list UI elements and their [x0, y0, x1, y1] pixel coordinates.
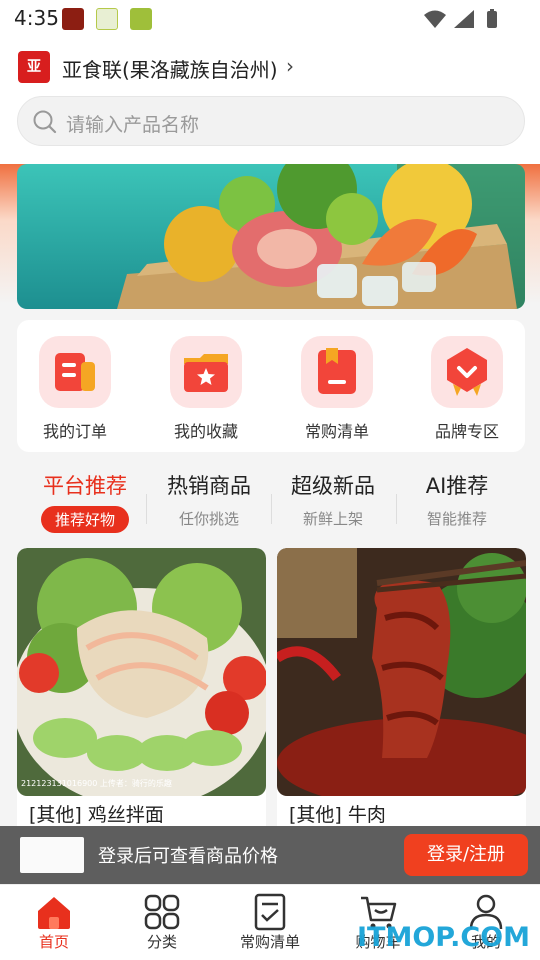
store-logo: 亚 — [18, 51, 50, 83]
tab-title: AI推荐 — [425, 474, 489, 498]
signal-icon — [454, 10, 474, 28]
search-icon — [33, 110, 57, 134]
tab-subtitle: 新鲜上架 — [302, 510, 363, 528]
product-image — [17, 548, 266, 796]
product-name: [其他] 牛肉 — [289, 804, 386, 826]
login-register-button[interactable]: 登录/注册 — [404, 834, 528, 876]
category-icon — [144, 894, 180, 930]
quick-item-brands[interactable]: 品牌专区 — [411, 336, 523, 446]
list-book-icon — [301, 336, 373, 408]
status-bar: 4:35 — [0, 0, 540, 36]
quick-label-frequent-list: 常购清单 — [304, 422, 369, 441]
nav-home[interactable]: 首页 — [0, 893, 108, 952]
nav-frequent-list[interactable]: 常购清单 — [216, 893, 324, 952]
favorite-folder-icon — [170, 336, 242, 408]
tab-subtitle: 任你挑选 — [178, 510, 239, 528]
quick-label-favorites: 我的收藏 — [173, 422, 238, 441]
app-notification-icon-3 — [130, 8, 152, 30]
tab-subtitle: 智能推荐 — [426, 510, 487, 528]
image-caption: 212123131016900 上传者：骑行的乐趣 — [21, 779, 172, 788]
brand-badge-icon — [431, 336, 503, 408]
tab-title: 超级新品 — [291, 474, 375, 498]
status-time: 4:35 — [14, 6, 59, 30]
tab-title: 平台推荐 — [43, 474, 127, 498]
app-notification-icon-1 — [62, 8, 84, 30]
product-card[interactable]: 212123131016900 上传者：骑行的乐趣 [其他] 鸡丝拌面 — [17, 548, 266, 838]
product-image — [277, 548, 526, 796]
search-placeholder: 请输入产品名称 — [66, 114, 200, 136]
header: 亚 亚食联(果洛藏族自治州) › 请输入产品名称 — [0, 36, 540, 164]
list-icon — [254, 893, 286, 931]
fresh-food-crate-image — [17, 164, 525, 309]
quick-item-favorites[interactable]: 我的收藏 — [150, 336, 262, 446]
home-icon — [38, 897, 70, 929]
promo-banner[interactable] — [17, 164, 525, 309]
store-selector[interactable]: 亚食联(果洛藏族自治州) — [62, 54, 278, 83]
quick-label-brands: 品牌专区 — [434, 422, 499, 441]
wifi-icon — [424, 10, 446, 28]
tab-platform-recommend[interactable]: 平台推荐 推荐好物 — [22, 470, 148, 533]
nav-label: 常购清单 — [239, 933, 300, 951]
tab-title: 热销商品 — [167, 474, 251, 498]
nav-label: 分类 — [146, 933, 177, 951]
system-status-icons — [424, 9, 497, 28]
quick-menu: 我的订单 我的收藏 常购清单 品牌专区 — [17, 320, 525, 452]
tab-hot-products[interactable]: 热销商品 任你挑选 — [146, 470, 272, 529]
login-placeholder-box — [20, 837, 84, 873]
watermark-text: ITMOP.COM — [356, 922, 530, 953]
quick-label-orders: 我的订单 — [42, 422, 107, 441]
battery-icon — [487, 11, 497, 28]
recommend-tabs: 平台推荐 推荐好物 热销商品 任你挑选 超级新品 新鲜上架 AI推荐 智能推荐 — [0, 464, 540, 540]
order-icon — [39, 336, 111, 408]
tab-new-products[interactable]: 超级新品 新鲜上架 — [270, 470, 396, 529]
chevron-right-icon[interactable]: › — [286, 54, 294, 78]
login-prompt-bar: 登录后可查看商品价格 登录/注册 — [0, 826, 540, 884]
login-message: 登录后可查看商品价格 — [98, 846, 278, 867]
quick-item-orders[interactable]: 我的订单 — [19, 336, 131, 446]
app-notification-icon-2 — [96, 8, 118, 30]
product-card[interactable]: [其他] 牛肉 — [277, 548, 526, 838]
nav-category[interactable]: 分类 — [108, 893, 216, 952]
tab-ai-recommend[interactable]: AI推荐 智能推荐 — [394, 470, 520, 529]
tab-subtitle: 推荐好物 — [40, 506, 129, 533]
quick-item-frequent-list[interactable]: 常购清单 — [281, 336, 393, 446]
product-name: [其他] 鸡丝拌面 — [29, 804, 164, 826]
nav-label: 首页 — [38, 933, 69, 951]
search-bar[interactable]: 请输入产品名称 — [17, 96, 525, 146]
